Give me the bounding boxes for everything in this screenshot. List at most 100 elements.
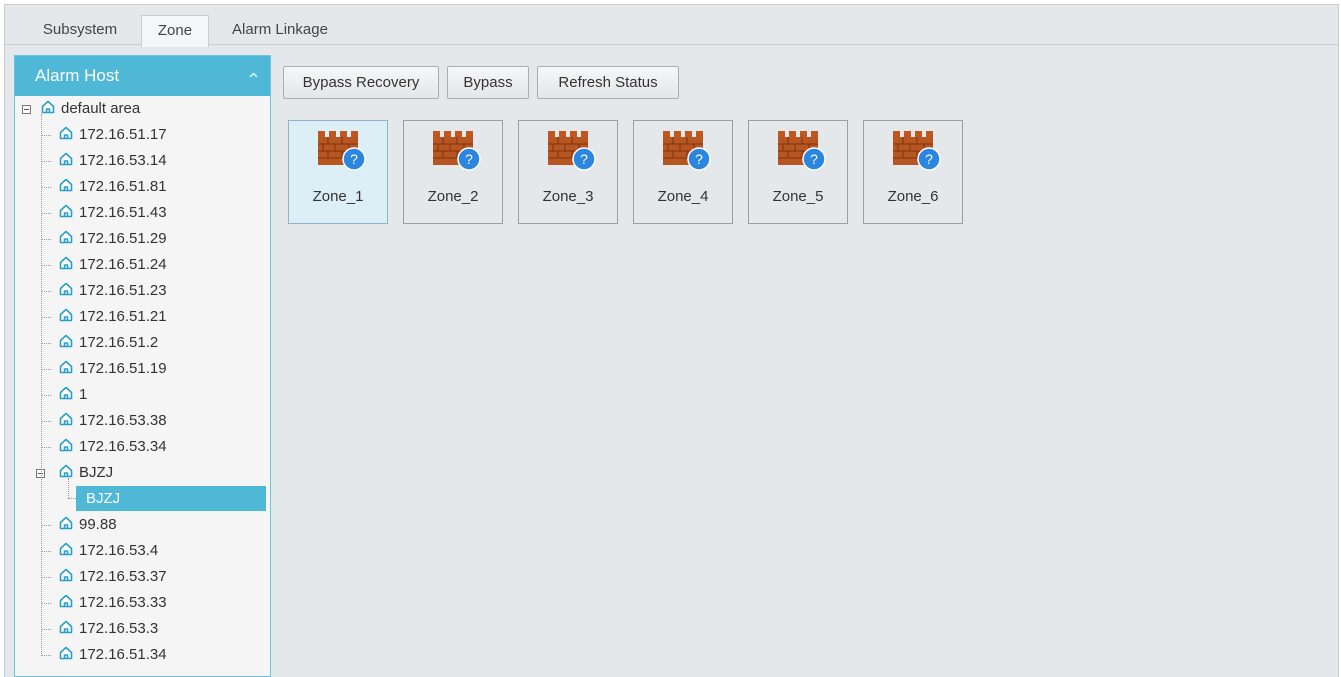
home-icon	[41, 100, 55, 114]
tree-node-host[interactable]: 1	[59, 382, 87, 408]
home-icon	[59, 542, 73, 556]
svg-text:?: ?	[695, 151, 703, 167]
svg-text:?: ?	[580, 151, 588, 167]
home-icon	[59, 178, 73, 192]
alarm-host-header[interactable]: Alarm Host	[15, 56, 270, 96]
zone-wall-icon: ?	[778, 131, 826, 171]
zone-wall-icon: ?	[318, 131, 366, 171]
bypass-button[interactable]: Bypass	[447, 66, 529, 99]
svg-text:?: ?	[465, 151, 473, 167]
tree-node-label: 172.16.53.33	[79, 594, 167, 611]
tree-node-label: 172.16.53.38	[79, 412, 167, 429]
svg-text:?: ?	[810, 151, 818, 167]
home-icon	[59, 204, 73, 218]
svg-text:?: ?	[925, 151, 933, 167]
zone-wall-icon: ?	[433, 131, 481, 171]
tree-node-label: default area	[61, 100, 141, 117]
tree-node-label: 1	[79, 386, 88, 403]
home-icon	[59, 360, 73, 374]
tree-node-host[interactable]: 172.16.51.17	[59, 122, 167, 148]
zone-tile[interactable]: ? Zone_4	[633, 120, 733, 224]
home-icon	[59, 594, 73, 608]
tree-node-label: 172.16.51.17	[79, 126, 167, 143]
zone-tile[interactable]: ? Zone_1	[288, 120, 388, 224]
zone-tile[interactable]: ? Zone_2	[403, 120, 503, 224]
tree-node-host[interactable]: 172.16.51.34	[59, 642, 167, 668]
tree-node-host[interactable]: 99.88	[59, 512, 117, 538]
tab-subsystem[interactable]: Subsystem	[25, 15, 135, 46]
tree-node-host[interactable]: 172.16.51.2	[59, 330, 158, 356]
zone-tile[interactable]: ? Zone_3	[518, 120, 618, 224]
home-icon	[59, 126, 73, 140]
tree-node-host[interactable]: 172.16.53.37	[59, 564, 167, 590]
home-icon	[59, 620, 73, 634]
tree-node-label: 172.16.53.14	[79, 152, 167, 169]
home-icon	[59, 308, 73, 322]
tree-node-label: 172.16.53.37	[79, 568, 167, 585]
tree-node-label: 172.16.53.34	[79, 438, 167, 455]
tree-node-host[interactable]: 172.16.53.3	[59, 616, 158, 642]
home-icon	[59, 438, 73, 452]
tree-node-default-area[interactable]: default area	[41, 96, 140, 122]
tree-node-host[interactable]: 172.16.53.38	[59, 408, 167, 434]
tree-node-label: 172.16.53.4	[79, 542, 159, 559]
zone-wall-icon: ?	[548, 131, 596, 171]
zone-label: Zone_3	[542, 188, 594, 205]
tree-node-host[interactable]: 172.16.51.21	[59, 304, 167, 330]
tree-node-label: 172.16.51.24	[79, 256, 167, 273]
tree-node-label: BJZJ	[79, 464, 114, 481]
tree-node-host[interactable]: 172.16.53.33	[59, 590, 167, 616]
zone-tile[interactable]: ? Zone_5	[748, 120, 848, 224]
tree-node-label: 99.88	[79, 516, 117, 533]
tree-node-host[interactable]: 172.16.53.14	[59, 148, 167, 174]
home-icon	[59, 412, 73, 426]
zone-wall-icon: ?	[893, 131, 941, 171]
bypass-recovery-button[interactable]: Bypass Recovery	[283, 66, 439, 99]
home-icon	[59, 282, 73, 296]
home-icon	[59, 334, 73, 348]
tree-node-label: 172.16.51.29	[79, 230, 167, 247]
zone-label: Zone_6	[887, 188, 939, 205]
tree-node-label: 172.16.51.19	[79, 360, 167, 377]
tree-node-label: 172.16.53.3	[79, 620, 159, 637]
tree-node-label: 172.16.51.81	[79, 178, 167, 195]
tree-node-label: 172.16.51.21	[79, 308, 167, 325]
tree-node-host[interactable]: 172.16.51.19	[59, 356, 167, 382]
app-window: Subsystem Zone Alarm Linkage Alarm Host …	[4, 4, 1339, 677]
zone-tile[interactable]: ? Zone_6	[863, 120, 963, 224]
tree-node-host[interactable]: 172.16.51.81	[59, 174, 167, 200]
tree-node-host[interactable]: 172.16.51.29	[59, 226, 167, 252]
tree-node-host[interactable]: 172.16.53.34	[59, 434, 167, 460]
zone-wall-icon: ?	[663, 131, 711, 171]
alarm-host-title: Alarm Host	[35, 66, 120, 85]
home-icon	[59, 646, 73, 660]
tab-alarm-linkage[interactable]: Alarm Linkage	[219, 15, 341, 46]
tree-node-label: 172.16.51.34	[79, 646, 167, 663]
zone-label: Zone_1	[312, 188, 364, 205]
home-icon	[59, 464, 73, 478]
tree-node-host[interactable]: 172.16.53.4	[59, 538, 158, 564]
home-icon	[59, 152, 73, 166]
tab-bar: Subsystem Zone Alarm Linkage	[5, 4, 1338, 47]
zone-label: Zone_2	[427, 188, 479, 205]
home-icon	[59, 256, 73, 270]
tab-zone[interactable]: Zone	[141, 15, 209, 47]
svg-text:?: ?	[350, 151, 358, 167]
tree-node-bjzj-child[interactable]: BJZJ	[76, 486, 266, 511]
zone-label: Zone_4	[657, 188, 709, 205]
home-icon	[59, 568, 73, 582]
tree-node-host[interactable]: 172.16.51.23	[59, 278, 167, 304]
tree-node-label: 172.16.51.2	[79, 334, 159, 351]
tree-node-label: 172.16.51.43	[79, 204, 167, 221]
tree-node-host[interactable]: 172.16.51.24	[59, 252, 167, 278]
collapse-toggle-default-area[interactable]	[22, 105, 31, 114]
refresh-status-button[interactable]: Refresh Status	[537, 66, 679, 99]
chevron-up-icon[interactable]	[247, 69, 260, 82]
tree-node-host[interactable]: 172.16.51.43	[59, 200, 167, 226]
zone-label: Zone_5	[772, 188, 824, 205]
home-icon	[59, 230, 73, 244]
alarm-host-panel: Alarm Host default area 172.16.51.17 172.…	[14, 55, 271, 677]
home-icon	[59, 386, 73, 400]
tree-node-label: 172.16.51.23	[79, 282, 167, 299]
home-icon	[59, 516, 73, 530]
